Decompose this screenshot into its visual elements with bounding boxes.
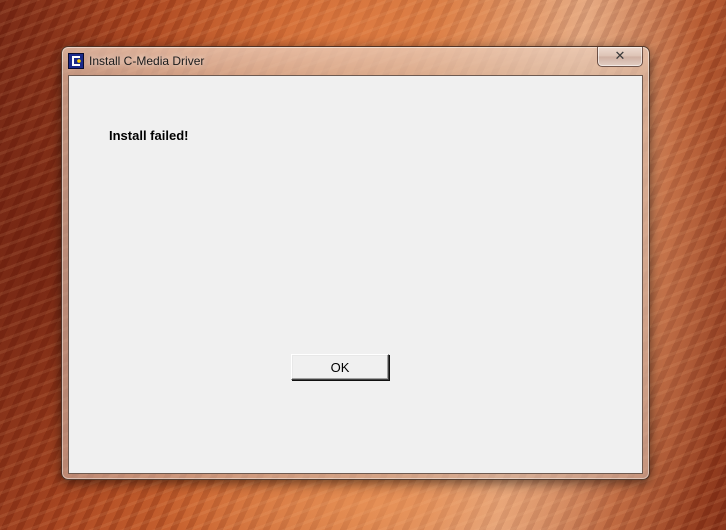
window-title: Install C-Media Driver <box>89 54 205 68</box>
close-icon: ✕ <box>614 49 626 64</box>
error-message: Install failed! <box>109 128 189 143</box>
install-dialog-window: Install C-Media Driver ✕ Install failed!… <box>61 46 650 480</box>
desktop-background: Install C-Media Driver ✕ Install failed!… <box>0 0 726 530</box>
ok-button[interactable]: OK <box>291 354 389 380</box>
title-bar[interactable]: Install C-Media Driver ✕ <box>62 47 649 75</box>
dialog-client-area: Install failed! OK <box>68 75 643 474</box>
close-button[interactable]: ✕ <box>597 47 643 67</box>
c-media-icon <box>68 53 84 69</box>
